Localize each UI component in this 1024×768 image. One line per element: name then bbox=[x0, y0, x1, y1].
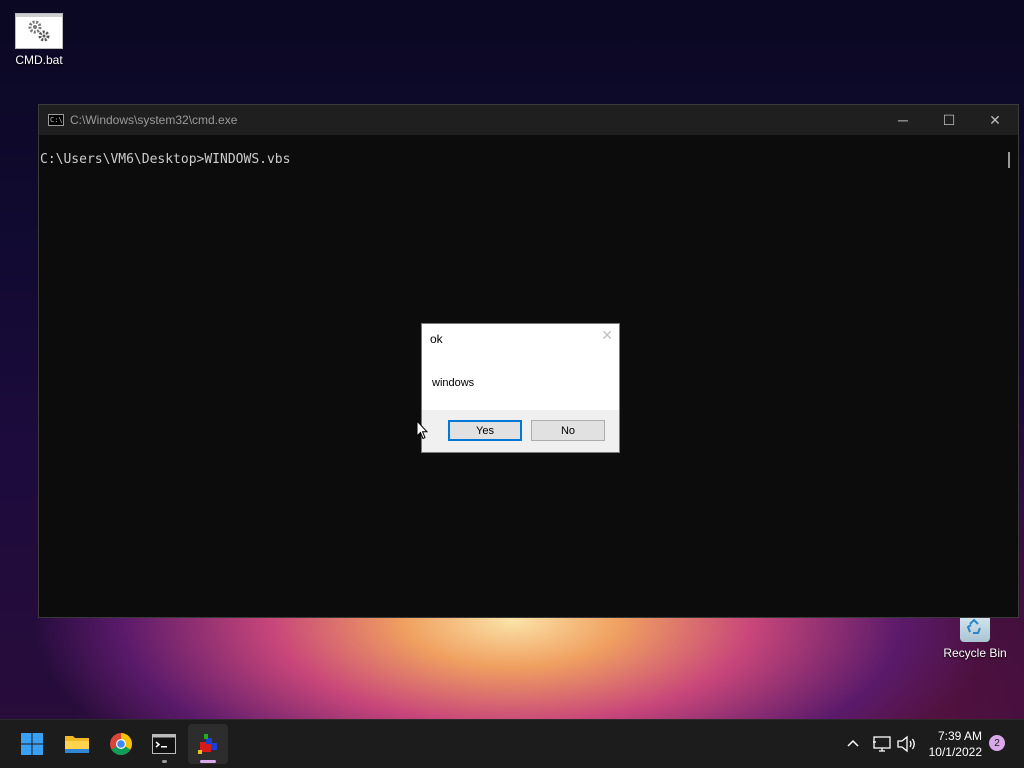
clock-date: 10/1/2022 bbox=[928, 745, 982, 759]
scrollbar-thumb[interactable] bbox=[1008, 152, 1010, 168]
running-indicator bbox=[162, 760, 167, 763]
dialog-message: windows bbox=[432, 377, 475, 389]
chrome-icon bbox=[110, 733, 132, 755]
yes-button[interactable]: Yes bbox=[448, 420, 522, 441]
terminal-icon bbox=[152, 734, 176, 754]
taskbar-vbs-script[interactable] bbox=[188, 724, 228, 764]
mouse-cursor-icon bbox=[416, 420, 428, 440]
minimize-button[interactable]: ─ bbox=[880, 105, 926, 135]
chevron-up-icon bbox=[847, 739, 859, 747]
start-button[interactable] bbox=[12, 724, 52, 764]
minimize-icon: ─ bbox=[898, 112, 908, 128]
console-output-line: C:\Users\VM6\Desktop>WINDOWS.vbs bbox=[40, 152, 291, 167]
show-hidden-icons-button[interactable] bbox=[844, 720, 862, 768]
taskbar-chrome[interactable] bbox=[101, 724, 141, 764]
dialog-button-bar: Yes No bbox=[422, 410, 619, 452]
taskbar-terminal[interactable] bbox=[144, 724, 184, 764]
desktop-icon-label: Recycle Bin bbox=[943, 646, 1007, 660]
speaker-icon bbox=[897, 735, 915, 753]
desktop-icon-label: CMD.bat bbox=[15, 53, 63, 67]
batch-file-gear-icon bbox=[15, 13, 63, 49]
dialog-close-icon[interactable]: ✕ bbox=[601, 327, 613, 344]
close-button[interactable]: ✕ bbox=[972, 105, 1018, 135]
taskbar: 7:39 AM 10/1/2022 2 bbox=[0, 719, 1024, 768]
close-icon: ✕ bbox=[989, 111, 1001, 128]
network-button[interactable] bbox=[872, 720, 892, 768]
desktop-icon-cmd-bat[interactable]: CMD.bat bbox=[4, 13, 74, 67]
maximize-button[interactable]: ☐ bbox=[926, 105, 972, 135]
taskbar-file-explorer[interactable] bbox=[57, 724, 97, 764]
recycle-bin-icon bbox=[960, 614, 990, 642]
taskbar-clock[interactable]: 7:39 AM 10/1/2022 bbox=[929, 728, 982, 760]
no-button[interactable]: No bbox=[531, 420, 605, 441]
cmd-window-title: C:\Windows\system32\cmd.exe bbox=[70, 113, 238, 127]
active-indicator bbox=[200, 760, 216, 763]
network-icon bbox=[873, 736, 891, 752]
message-box-dialog[interactable]: ok ✕ windows Yes No bbox=[421, 323, 620, 453]
file-explorer-icon bbox=[65, 736, 89, 753]
console-icon: C:\ bbox=[48, 114, 64, 126]
maximize-icon: ☐ bbox=[942, 111, 956, 128]
cmd-titlebar[interactable]: C:\ C:\Windows\system32\cmd.exe ─ ☐ ✕ bbox=[39, 105, 1018, 135]
clock-time: 7:39 AM bbox=[937, 729, 982, 743]
notification-badge[interactable]: 2 bbox=[989, 735, 1005, 751]
dialog-title: ok bbox=[430, 332, 443, 346]
desktop-icon-recycle-bin[interactable]: Recycle Bin bbox=[940, 614, 1010, 660]
vbs-script-icon bbox=[198, 734, 217, 754]
volume-button[interactable] bbox=[896, 720, 918, 768]
start-icon bbox=[21, 733, 43, 755]
